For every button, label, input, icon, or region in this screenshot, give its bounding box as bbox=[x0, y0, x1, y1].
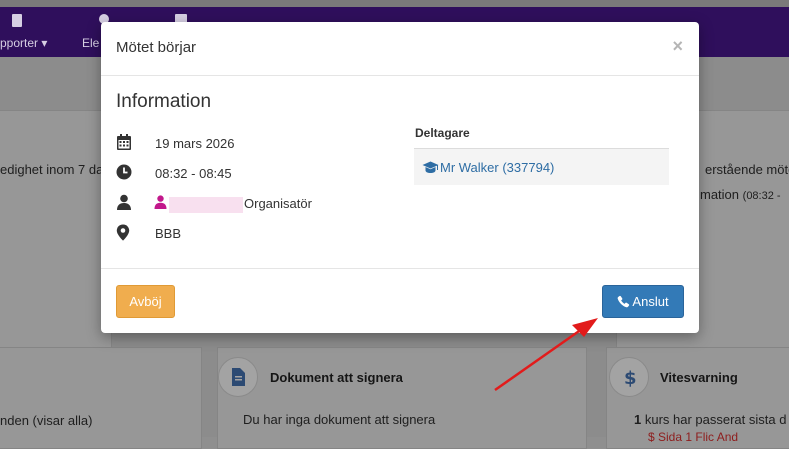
annotation-arrow bbox=[494, 318, 598, 392]
